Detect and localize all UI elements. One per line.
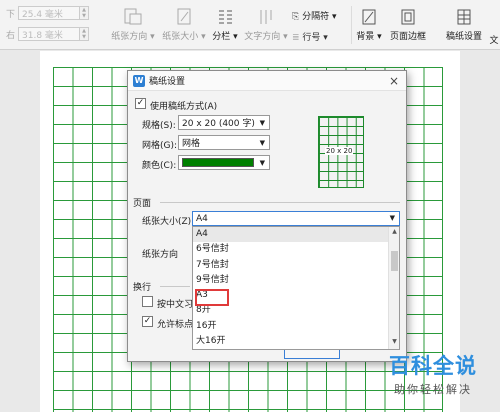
scroll-thumb[interactable]: [391, 251, 398, 271]
watermark-title: 百科全说: [389, 354, 477, 378]
paper-size-value: A4: [196, 213, 208, 224]
ribbon-divider: [351, 6, 352, 44]
dialog-title: 稿纸设置: [149, 77, 186, 87]
grid-label: 网格(G):: [142, 141, 178, 151]
line-number-icon: ≣: [292, 33, 300, 43]
page-border-button[interactable]: 页面边框: [386, 8, 430, 42]
separator-label: 分隔符 ▾: [302, 12, 337, 22]
page-orientation-icon: [124, 8, 142, 25]
page-border-label: 页面边框: [389, 32, 426, 42]
preview-label: 20 x 20: [325, 147, 354, 155]
manuscript-settings-button[interactable]: 稿纸设置: [442, 8, 486, 42]
text-button-label: 文: [489, 36, 499, 46]
dropdown-option[interactable]: 6号信封: [193, 242, 399, 257]
highlight-box: [195, 289, 229, 306]
text-button-cut[interactable]: 文: [488, 33, 500, 46]
chinese-wrap-label: 按中文习: [157, 300, 194, 310]
right-margin-input[interactable]: 31.8 毫米: [18, 27, 81, 41]
manuscript-settings-label: 稿纸设置: [445, 32, 482, 42]
right-margin-spinner[interactable]: 右 31.8 毫米 ▲ ▼: [6, 27, 90, 41]
dropdown-option[interactable]: 16开: [193, 319, 399, 334]
grid-value: 网格: [182, 139, 201, 149]
orientation-label: 纸张方向: [142, 250, 179, 260]
use-manuscript-label: 使用稿纸方式(A): [150, 102, 218, 112]
watermark: 百科全说 助你轻松解决: [368, 350, 498, 397]
right-margin-label: 右: [6, 30, 16, 41]
text-direction-icon: [260, 10, 272, 24]
dropdown-scrollbar[interactable]: ▲ ▼: [388, 227, 399, 349]
spec-value: 20 x 20 (400 字): [182, 119, 255, 129]
punctuation-overflow-checkbox[interactable]: ✓: [142, 316, 153, 327]
page-border-icon: [401, 9, 415, 25]
chevron-down-icon: ▼: [259, 119, 265, 127]
spec-select[interactable]: 20 x 20 (400 字) ▼: [178, 115, 270, 130]
color-label: 颜色(C):: [142, 161, 177, 171]
bottom-margin-label: 下: [6, 9, 16, 20]
scroll-up-icon[interactable]: ▲: [389, 228, 399, 238]
columns-label: 分栏 ▾: [212, 32, 238, 42]
grid-select[interactable]: 网格 ▼: [178, 135, 270, 150]
paper-size-label: 纸张大小(Z):: [142, 217, 195, 227]
text-direction-button[interactable]: 文字方向 ▾: [242, 8, 290, 42]
paper-size-dropdown[interactable]: A4 6号信封 7号信封 9号信封 A3 8开 16开 大16开 ▲ ▼: [192, 226, 400, 350]
chevron-down-icon: ▼: [389, 214, 395, 222]
text-direction-label: 文字方向 ▾: [244, 32, 288, 42]
wrap-section-title: 换行: [133, 283, 152, 293]
chevron-down-icon: ▼: [259, 139, 265, 147]
background-button[interactable]: 背景 ▾: [354, 8, 384, 42]
bottom-margin-spinner[interactable]: 下 25.4 毫米 ▲ ▼: [6, 6, 90, 20]
scroll-down-icon[interactable]: ▼: [389, 338, 399, 348]
background-icon: [362, 9, 376, 25]
wps-logo-icon: W: [133, 74, 145, 87]
page-section-title: 页面: [133, 199, 152, 209]
chinese-wrap-checkbox[interactable]: [142, 296, 153, 307]
chevron-down-icon: ▼: [259, 159, 265, 167]
bottom-margin-input[interactable]: 25.4 毫米: [18, 6, 81, 20]
separator-button[interactable]: ⎘ 分隔符 ▾: [292, 9, 344, 22]
background-label: 背景 ▾: [356, 32, 382, 42]
page-orientation-button[interactable]: 纸张方向 ▾: [108, 8, 158, 42]
spinner-arrows[interactable]: ▲ ▼: [80, 27, 90, 41]
paper-size-button[interactable]: 纸张大小 ▾: [160, 8, 208, 42]
dropdown-option[interactable]: 7号信封: [193, 258, 399, 273]
grid-preview: 20 x 20: [318, 116, 364, 188]
divider: [160, 286, 190, 287]
dialog-titlebar: W 稿纸设置 ×: [128, 71, 406, 91]
paper-size-select[interactable]: A4 ▼: [192, 211, 400, 226]
color-select[interactable]: ▼: [178, 155, 270, 170]
line-number-button[interactable]: ≣ 行号 ▾: [292, 30, 344, 43]
paper-size-label: 纸张大小 ▾: [162, 32, 206, 42]
dropdown-option[interactable]: A4: [193, 227, 399, 243]
separator-icon: ⎘: [292, 12, 300, 22]
close-icon[interactable]: ×: [389, 74, 399, 88]
manuscript-icon: [457, 9, 471, 25]
line-number-label: 行号 ▾: [302, 33, 328, 43]
columns-button[interactable]: 分栏 ▾: [210, 8, 240, 42]
dropdown-option[interactable]: 大16开: [193, 334, 399, 349]
page-orientation-label: 纸张方向 ▾: [111, 32, 155, 42]
divider: [160, 202, 400, 203]
use-manuscript-checkbox[interactable]: ✓: [135, 98, 146, 109]
watermark-subtitle: 助你轻松解决: [394, 383, 472, 396]
spec-label: 规格(S):: [142, 121, 176, 131]
dropdown-option[interactable]: 9号信封: [193, 273, 399, 288]
columns-icon: [219, 10, 232, 24]
paper-size-icon: [177, 8, 191, 25]
spinner-arrows[interactable]: ▲ ▼: [80, 6, 90, 20]
color-swatch: [182, 158, 254, 167]
ribbon-toolbar: 下 25.4 毫米 ▲ ▼ 右 31.8 毫米 ▲ ▼ 纸张方向 ▾ 纸张大小 ▾ …: [0, 0, 500, 50]
manuscript-settings-dialog: W 稿纸设置 × ✓ 使用稿纸方式(A) 规格(S): 20 x 20 (400…: [127, 70, 407, 362]
